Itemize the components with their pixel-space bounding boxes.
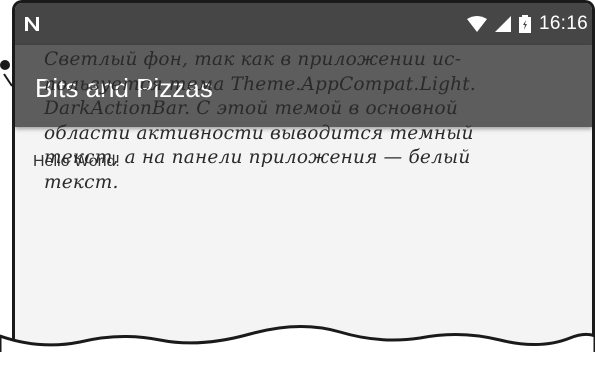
annotation-line: DarkActionBar. С этой темой в основной (44, 98, 458, 119)
annotation-callout: Светлый фон, так как в приложении ис- по… (44, 48, 574, 195)
annotation-line: Светлый фон, так как в приложении ис- (44, 49, 462, 70)
figure-frame: 16:16 Bits and Pizzas Hello World! Светл… (0, 0, 595, 368)
status-icons: 16:16 (466, 3, 588, 45)
status-time: 16:16 (538, 13, 588, 34)
annotation-line: текст. (44, 171, 119, 193)
torn-edge (0, 325, 595, 368)
notification-n-icon (25, 17, 39, 31)
annotation-line: текст, а на панели приложения — белый (44, 147, 471, 168)
callout-pointer-dot (0, 60, 10, 70)
battery-icon (518, 15, 531, 33)
wifi-icon (466, 16, 487, 32)
cell-signal-icon (494, 16, 511, 32)
annotation-line: пользуется тема Theme.AppCompat.Light. (44, 73, 476, 95)
status-bar: 16:16 (15, 3, 592, 45)
annotation-line: области активности выводится темный (44, 122, 474, 144)
